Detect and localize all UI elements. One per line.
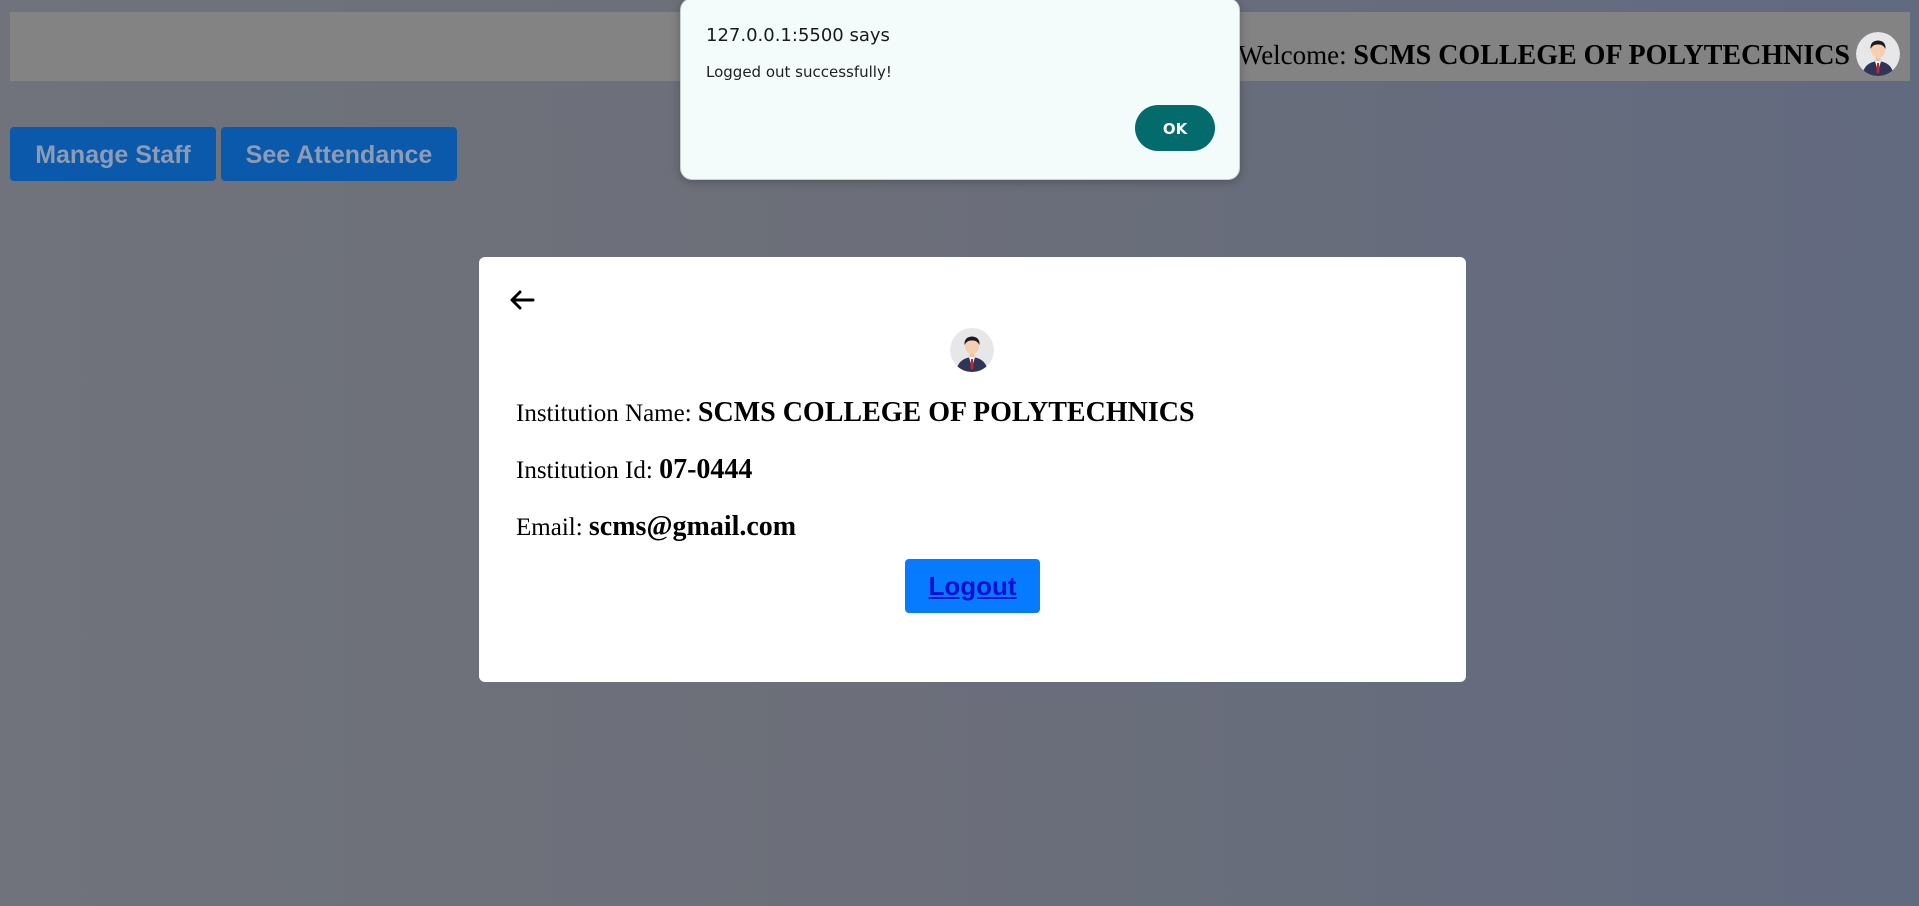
ok-button[interactable]: OK bbox=[1135, 105, 1215, 151]
email-value: scms@gmail.com bbox=[588, 511, 797, 542]
welcome-label: Welcome: bbox=[1237, 40, 1347, 70]
arrow-left-icon[interactable] bbox=[507, 285, 537, 315]
logout-link[interactable]: Logout bbox=[928, 571, 1016, 601]
alert-dialog: 127.0.0.1:5500 says Logged out successfu… bbox=[680, 0, 1240, 180]
institution-id-value: 07-0444 bbox=[659, 454, 753, 485]
institution-name-row: Institution Name: SCMS COLLEGE OF POLYTE… bbox=[516, 397, 1195, 429]
dialog-title: 127.0.0.1:5500 says bbox=[706, 25, 890, 46]
logout-button[interactable]: Logout bbox=[905, 559, 1040, 613]
user-avatar-icon[interactable] bbox=[1856, 32, 1900, 76]
institution-id-row: Institution Id: 07-0444 bbox=[516, 454, 752, 486]
user-avatar-icon bbox=[950, 328, 994, 372]
profile-card: Institution Name: SCMS COLLEGE OF POLYTE… bbox=[479, 257, 1466, 682]
institution-id-label: Institution Id: bbox=[516, 457, 653, 484]
see-attendance-button[interactable]: See Attendance bbox=[221, 127, 457, 181]
email-label: Email: bbox=[516, 514, 583, 541]
institution-name-label: Institution Name: bbox=[516, 400, 692, 427]
institution-name-value: SCMS COLLEGE OF POLYTECHNICS bbox=[697, 397, 1195, 428]
welcome-text: Welcome: SCMS COLLEGE OF POLYTECHNICS bbox=[1238, 40, 1850, 72]
email-row: Email: scms@gmail.com bbox=[516, 511, 796, 543]
dialog-message: Logged out successfully! bbox=[706, 63, 892, 81]
header-institution-name: SCMS COLLEGE OF POLYTECHNICS bbox=[1353, 40, 1850, 71]
manage-staff-button[interactable]: Manage Staff bbox=[10, 127, 216, 181]
